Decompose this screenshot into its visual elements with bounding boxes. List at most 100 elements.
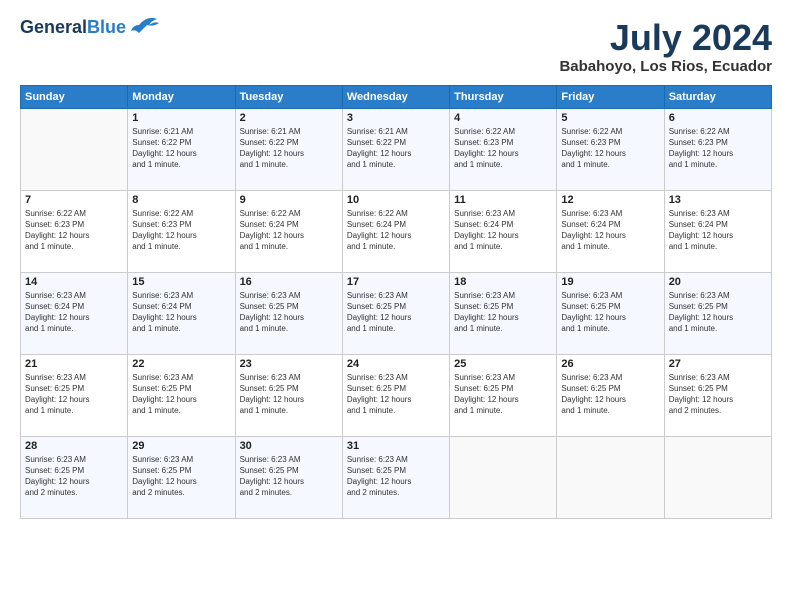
day-number: 10	[347, 194, 445, 206]
calendar-cell: 16Sunrise: 6:23 AM Sunset: 6:25 PM Dayli…	[235, 272, 342, 354]
logo-bird-icon	[129, 15, 159, 37]
day-info: Sunrise: 6:23 AM Sunset: 6:25 PM Dayligh…	[347, 290, 445, 335]
week-row-2: 7 Sunrise: 6:22 AM Sunset: 6:23 PM Daylig…	[21, 190, 772, 272]
calendar-cell: 24 Sunrise: 6:23 AM Sunset: 6:25 PM Dayli…	[342, 354, 449, 436]
calendar-cell: 10 Sunrise: 6:22 AM Sunset: 6:24 PM Dayli…	[342, 190, 449, 272]
day-info: Sunrise: 6:23 AM Sunset: 6:25 PM Dayligh…	[25, 454, 123, 499]
day-info: Sunrise: 6:23 AM Sunset: 6:25 PM Dayligh…	[347, 454, 445, 499]
calendar-cell: 28 Sunrise: 6:23 AM Sunset: 6:25 PM Dayli…	[21, 436, 128, 518]
day-info: Sunrise: 6:23 AM Sunset: 6:25 PM Dayligh…	[240, 372, 338, 417]
day-info: Sunrise: 6:22 AM Sunset: 6:23 PM Dayligh…	[25, 208, 123, 253]
day-number: 21	[25, 358, 123, 370]
day-number: 18	[454, 276, 552, 288]
logo: GeneralBlue	[20, 18, 159, 38]
day-number: 25	[454, 358, 552, 370]
header-tuesday: Tuesday	[235, 85, 342, 108]
calendar-cell: 27 Sunrise: 6:23 AM Sunset: 6:25 PM Dayli…	[664, 354, 771, 436]
calendar-cell: 3Sunrise: 6:21 AM Sunset: 6:22 PM Daylig…	[342, 108, 449, 190]
day-number: 24	[347, 358, 445, 370]
day-number: 4	[454, 112, 552, 124]
header-wednesday: Wednesday	[342, 85, 449, 108]
header: GeneralBlue July 2024 Babahoyo, Los Rios…	[20, 18, 772, 75]
calendar-cell: 12Sunrise: 6:23 AM Sunset: 6:24 PM Dayli…	[557, 190, 664, 272]
header-sunday: Sunday	[21, 85, 128, 108]
day-number: 28	[25, 440, 123, 452]
day-number: 8	[132, 194, 230, 206]
header-saturday: Saturday	[664, 85, 771, 108]
calendar-cell: 30Sunrise: 6:23 AM Sunset: 6:25 PM Dayli…	[235, 436, 342, 518]
calendar-cell: 17 Sunrise: 6:23 AM Sunset: 6:25 PM Dayli…	[342, 272, 449, 354]
day-info: Sunrise: 6:23 AM Sunset: 6:25 PM Dayligh…	[132, 454, 230, 499]
day-info: Sunrise: 6:23 AM Sunset: 6:24 PM Dayligh…	[132, 290, 230, 335]
day-info: Sunrise: 6:21 AM Sunset: 6:22 PM Dayligh…	[240, 126, 338, 171]
day-info: Sunrise: 6:23 AM Sunset: 6:25 PM Dayligh…	[561, 290, 659, 335]
calendar-cell: 14 Sunrise: 6:23 AM Sunset: 6:24 PM Dayli…	[21, 272, 128, 354]
day-number: 19	[561, 276, 659, 288]
day-number: 23	[240, 358, 338, 370]
calendar-cell: 5 Sunrise: 6:22 AM Sunset: 6:23 PM Daylig…	[557, 108, 664, 190]
calendar-cell: 13 Sunrise: 6:23 AM Sunset: 6:24 PM Dayli…	[664, 190, 771, 272]
day-info: Sunrise: 6:23 AM Sunset: 6:25 PM Dayligh…	[669, 290, 767, 335]
day-number: 31	[347, 440, 445, 452]
calendar-cell: 25 Sunrise: 6:23 AM Sunset: 6:25 PM Dayli…	[450, 354, 557, 436]
day-info: Sunrise: 6:22 AM Sunset: 6:23 PM Dayligh…	[454, 126, 552, 171]
calendar-cell: 23 Sunrise: 6:23 AM Sunset: 6:25 PM Dayli…	[235, 354, 342, 436]
day-number: 5	[561, 112, 659, 124]
day-number: 9	[240, 194, 338, 206]
day-info: Sunrise: 6:21 AM Sunset: 6:22 PM Dayligh…	[132, 126, 230, 171]
day-number: 15	[132, 276, 230, 288]
day-number: 11	[454, 194, 552, 206]
calendar-cell: 18 Sunrise: 6:23 AM Sunset: 6:25 PM Dayli…	[450, 272, 557, 354]
location: Babahoyo, Los Rios, Ecuador	[559, 58, 772, 75]
calendar-cell: 1 Sunrise: 6:21 AM Sunset: 6:22 PM Daylig…	[128, 108, 235, 190]
day-info: Sunrise: 6:23 AM Sunset: 6:25 PM Dayligh…	[454, 372, 552, 417]
day-number: 7	[25, 194, 123, 206]
day-info: Sunrise: 6:23 AM Sunset: 6:25 PM Dayligh…	[454, 290, 552, 335]
day-number: 17	[347, 276, 445, 288]
calendar-cell: 2 Sunrise: 6:21 AM Sunset: 6:22 PM Daylig…	[235, 108, 342, 190]
day-number: 16	[240, 276, 338, 288]
header-friday: Friday	[557, 85, 664, 108]
day-number: 27	[669, 358, 767, 370]
calendar-cell: 7 Sunrise: 6:22 AM Sunset: 6:23 PM Daylig…	[21, 190, 128, 272]
header-row: Sunday Monday Tuesday Wednesday Thursday…	[21, 85, 772, 108]
day-info: Sunrise: 6:23 AM Sunset: 6:24 PM Dayligh…	[669, 208, 767, 253]
logo-text-general: GeneralBlue	[20, 18, 126, 38]
week-row-5: 28 Sunrise: 6:23 AM Sunset: 6:25 PM Dayli…	[21, 436, 772, 518]
day-info: Sunrise: 6:23 AM Sunset: 6:25 PM Dayligh…	[25, 372, 123, 417]
day-info: Sunrise: 6:23 AM Sunset: 6:25 PM Dayligh…	[240, 454, 338, 499]
day-info: Sunrise: 6:23 AM Sunset: 6:25 PM Dayligh…	[669, 372, 767, 417]
day-info: Sunrise: 6:22 AM Sunset: 6:23 PM Dayligh…	[669, 126, 767, 171]
calendar-cell: 8 Sunrise: 6:22 AM Sunset: 6:23 PM Daylig…	[128, 190, 235, 272]
day-info: Sunrise: 6:23 AM Sunset: 6:25 PM Dayligh…	[561, 372, 659, 417]
day-number: 6	[669, 112, 767, 124]
day-info: Sunrise: 6:23 AM Sunset: 6:24 PM Dayligh…	[25, 290, 123, 335]
calendar-cell: 21 Sunrise: 6:23 AM Sunset: 6:25 PM Dayli…	[21, 354, 128, 436]
header-monday: Monday	[128, 85, 235, 108]
day-number: 3	[347, 112, 445, 124]
day-number: 13	[669, 194, 767, 206]
calendar-cell: 19 Sunrise: 6:23 AM Sunset: 6:25 PM Dayli…	[557, 272, 664, 354]
day-info: Sunrise: 6:23 AM Sunset: 6:25 PM Dayligh…	[347, 372, 445, 417]
calendar-cell: 9 Sunrise: 6:22 AM Sunset: 6:24 PM Daylig…	[235, 190, 342, 272]
week-row-3: 14 Sunrise: 6:23 AM Sunset: 6:24 PM Dayli…	[21, 272, 772, 354]
day-info: Sunrise: 6:22 AM Sunset: 6:23 PM Dayligh…	[132, 208, 230, 253]
calendar-cell: 26Sunrise: 6:23 AM Sunset: 6:25 PM Dayli…	[557, 354, 664, 436]
calendar-cell	[664, 436, 771, 518]
month-year: July 2024	[559, 18, 772, 58]
day-number: 1	[132, 112, 230, 124]
day-number: 22	[132, 358, 230, 370]
day-info: Sunrise: 6:22 AM Sunset: 6:24 PM Dayligh…	[347, 208, 445, 253]
day-info: Sunrise: 6:22 AM Sunset: 6:23 PM Dayligh…	[561, 126, 659, 171]
calendar-cell: 29Sunrise: 6:23 AM Sunset: 6:25 PM Dayli…	[128, 436, 235, 518]
title-block: July 2024 Babahoyo, Los Rios, Ecuador	[559, 18, 772, 75]
week-row-1: 1 Sunrise: 6:21 AM Sunset: 6:22 PM Daylig…	[21, 108, 772, 190]
day-number: 20	[669, 276, 767, 288]
calendar-table: Sunday Monday Tuesday Wednesday Thursday…	[20, 85, 772, 519]
calendar-cell: 20 Sunrise: 6:23 AM Sunset: 6:25 PM Dayli…	[664, 272, 771, 354]
day-info: Sunrise: 6:22 AM Sunset: 6:24 PM Dayligh…	[240, 208, 338, 253]
day-number: 2	[240, 112, 338, 124]
day-number: 14	[25, 276, 123, 288]
calendar-cell	[450, 436, 557, 518]
header-thursday: Thursday	[450, 85, 557, 108]
